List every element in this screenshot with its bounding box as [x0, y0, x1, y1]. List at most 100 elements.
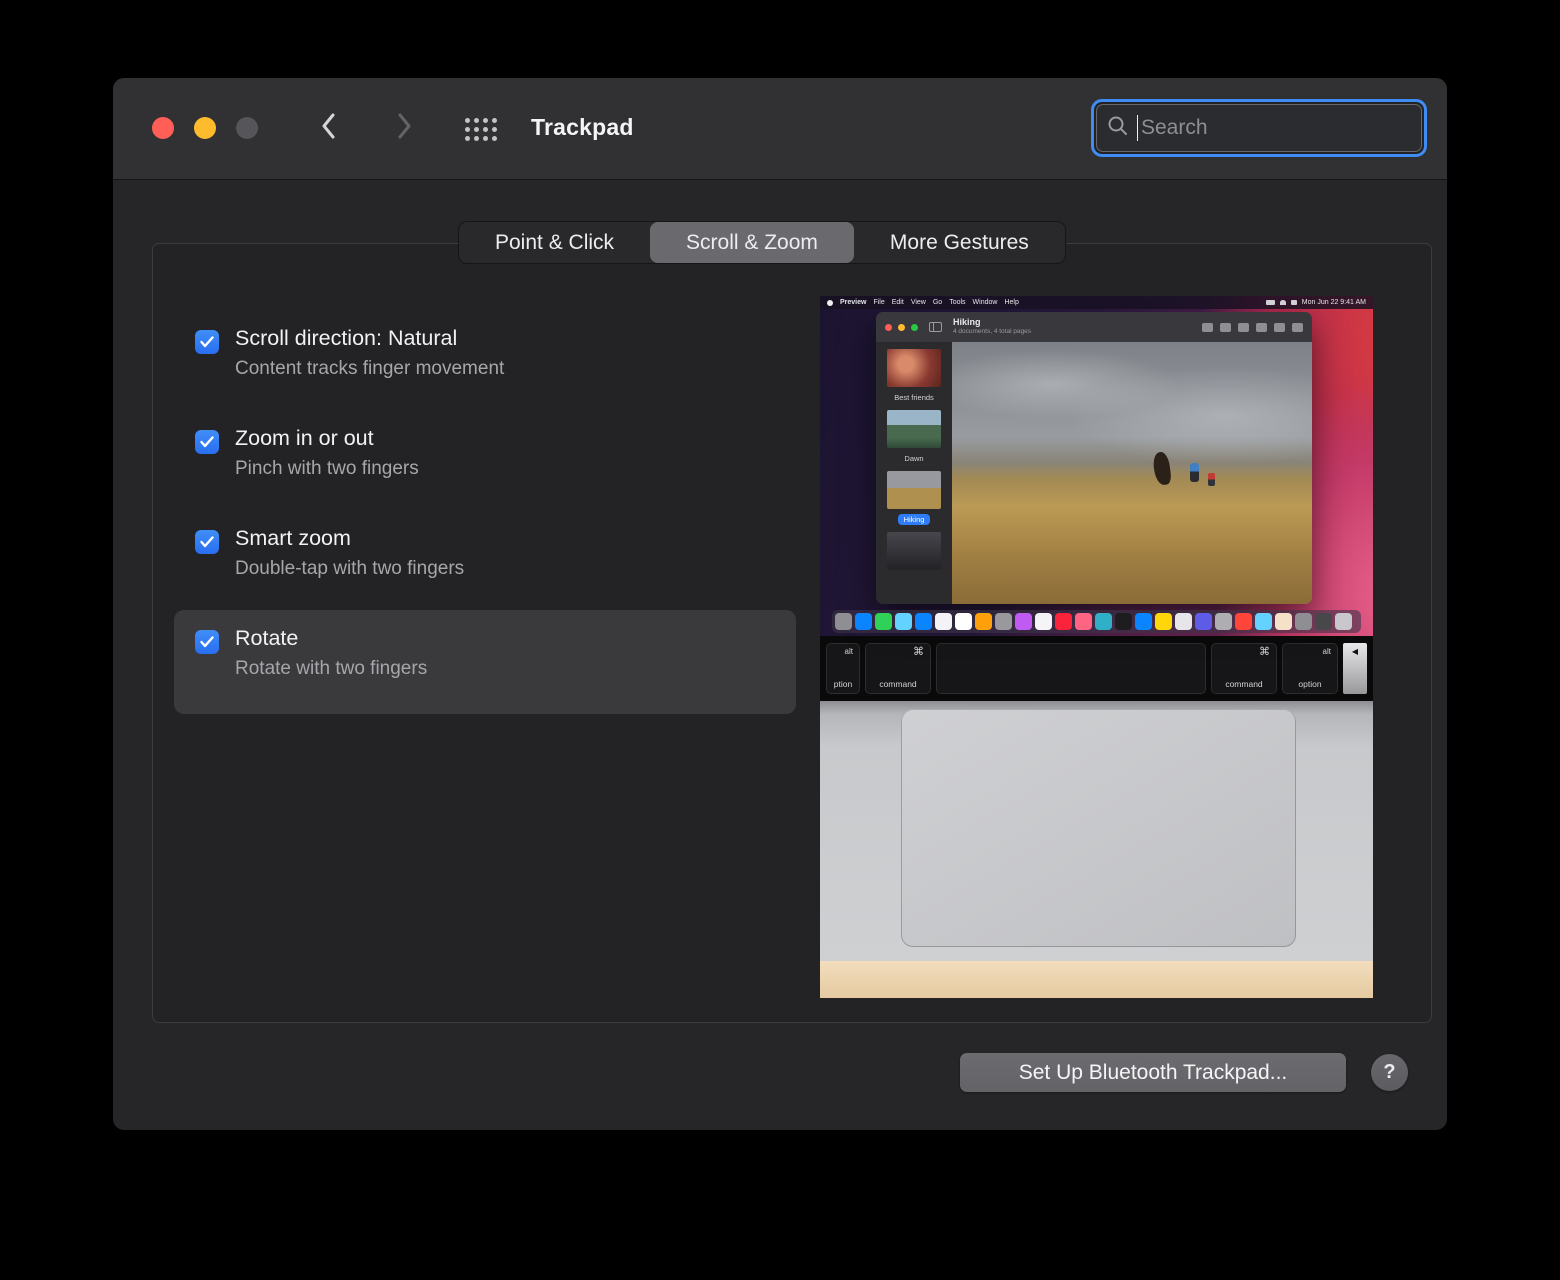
dock-app-icon [895, 613, 912, 630]
tab-scroll-and-zoom[interactable]: Scroll & Zoom [650, 222, 854, 263]
demo-app-titlebar: Hiking 4 documents, 4 total pages [876, 312, 1312, 342]
preview-sidebar-item: Hiking [876, 471, 952, 527]
photo-thumbnail [887, 410, 941, 448]
dock-app-icon [1335, 613, 1352, 630]
tab-more-gestures[interactable]: More Gestures [854, 222, 1065, 263]
demo-menubar-status: Mon Jun 22 9:41 AM [1266, 299, 1366, 306]
chevron-right-icon [397, 113, 412, 144]
demo-trackpad [901, 709, 1296, 947]
setting-label: Zoom in or out [235, 426, 419, 451]
photo-thumbnail [887, 471, 941, 509]
battery-icon [1266, 300, 1275, 305]
dock-app-icon [1135, 613, 1152, 630]
setting-checkbox[interactable] [195, 330, 219, 354]
search-icon [1107, 115, 1129, 142]
demo-preview-app-window: Hiking 4 documents, 4 total pages [876, 312, 1312, 604]
thumbnail-label: Best friends [888, 392, 940, 403]
demo-keyboard: alt ption ⌘ command ⌘ command alt op [820, 636, 1373, 701]
setting-row[interactable]: Scroll direction: Natural Content tracks… [174, 310, 796, 414]
dock-app-icon [1175, 613, 1192, 630]
setting-description: Content tracks finger movement [235, 358, 504, 380]
back-button[interactable] [313, 111, 343, 145]
close-button[interactable] [152, 117, 174, 139]
arrow-left-icon: ◀ [1343, 647, 1367, 656]
thumbnail-label: Dawn [898, 453, 929, 464]
option-key: alt ption [826, 643, 860, 694]
preview-menu-item: View [911, 299, 926, 306]
setting-description: Double-tap with two fingers [235, 558, 464, 580]
zoom-button [236, 117, 258, 139]
rotate-icon [1274, 323, 1285, 332]
dock-app-icon [835, 613, 852, 630]
preview-sidebar: Best friends Dawn Hiking [876, 342, 952, 604]
demo-palmrest [820, 701, 1373, 961]
wifi-icon [1280, 300, 1286, 305]
preview-menu-item: Edit [892, 299, 904, 306]
demo-zoom-button [911, 324, 918, 331]
dock-app-icon [1095, 613, 1112, 630]
preview-sidebar-item: Dawn [876, 410, 952, 466]
option-key: alt option [1282, 643, 1338, 694]
dock-app-icon [995, 613, 1012, 630]
photo-thumbnail [887, 532, 941, 570]
demo-close-button [885, 324, 892, 331]
trackpad-preferences-window: Trackpad Search Point & Click Scroll & Z… [113, 78, 1447, 1130]
demo-desktop-wallpaper: PreviewFileEditViewGoToolsWindowHelp Mon… [820, 296, 1373, 636]
search-field[interactable]: Search [1091, 99, 1427, 157]
search-input[interactable]: Search [1141, 116, 1208, 140]
hiking-photo [952, 342, 1312, 604]
setting-row[interactable]: Smart zoom Double-tap with two fingers [174, 510, 796, 614]
dock-app-icon [1115, 613, 1132, 630]
demo-menubar: PreviewFileEditViewGoToolsWindowHelp Mon… [820, 296, 1373, 309]
setup-bluetooth-trackpad-button[interactable]: Set Up Bluetooth Trackpad... [960, 1053, 1346, 1092]
sidebar-toggle-icon [929, 322, 942, 332]
setting-row[interactable]: Rotate Rotate with two fingers [174, 610, 796, 714]
help-button[interactable]: ? [1371, 1054, 1408, 1091]
thumbnail-label: Hiking [898, 514, 931, 525]
preview-menu-item: Tools [949, 299, 965, 306]
preview-menu-item: File [873, 299, 884, 306]
dock-app-icon [1195, 613, 1212, 630]
dock-app-icon [1035, 613, 1052, 630]
text-caret [1137, 115, 1138, 141]
dock-app-icon [935, 613, 952, 630]
dock-app-icon [915, 613, 932, 630]
keyboard-edge: ◀ [1343, 643, 1367, 694]
minimize-button[interactable] [194, 117, 216, 139]
setting-label: Smart zoom [235, 526, 464, 551]
dock-app-icon [1235, 613, 1252, 630]
forward-button[interactable] [389, 111, 419, 145]
dock-app-icon [1075, 613, 1092, 630]
show-all-grid-icon[interactable] [465, 118, 497, 141]
demo-document-subtitle: 4 documents, 4 total pages [953, 328, 1031, 335]
hiker-figure [1190, 463, 1199, 482]
hiker-figure [1208, 473, 1215, 486]
demo-desk-surface [820, 961, 1373, 998]
dock-app-icon [855, 613, 872, 630]
demo-toolbar [1202, 323, 1303, 332]
dock-app-icon [1155, 613, 1172, 630]
preview-menu-item: Window [973, 299, 998, 306]
preview-sidebar-item [876, 532, 952, 570]
titlebar: Trackpad Search [113, 78, 1447, 180]
setting-checkbox[interactable] [195, 630, 219, 654]
dock-app-icon [1015, 613, 1032, 630]
setting-row[interactable]: Zoom in or out Pinch with two fingers [174, 410, 796, 514]
demo-clock: Mon Jun 22 9:41 AM [1302, 299, 1366, 306]
preview-dock [832, 610, 1361, 633]
tab-point-and-click[interactable]: Point & Click [459, 222, 650, 263]
zoom-in-icon [1220, 323, 1231, 332]
share-icon [1238, 323, 1249, 332]
demo-document-title: Hiking [953, 318, 1031, 328]
setting-checkbox[interactable] [195, 430, 219, 454]
dock-app-icon [975, 613, 992, 630]
setting-description: Pinch with two fingers [235, 458, 419, 480]
dock-app-icon [1055, 613, 1072, 630]
search-toolbar-icon [1292, 323, 1303, 332]
dock-app-icon [1255, 613, 1272, 630]
dock-app-icon [1275, 613, 1292, 630]
preview-menu-item: Go [933, 299, 942, 306]
setting-checkbox[interactable] [195, 530, 219, 554]
gesture-tabbar: Point & Click Scroll & Zoom More Gesture… [458, 221, 1066, 264]
preview-menubar-items: PreviewFileEditViewGoToolsWindowHelp [840, 299, 1019, 306]
